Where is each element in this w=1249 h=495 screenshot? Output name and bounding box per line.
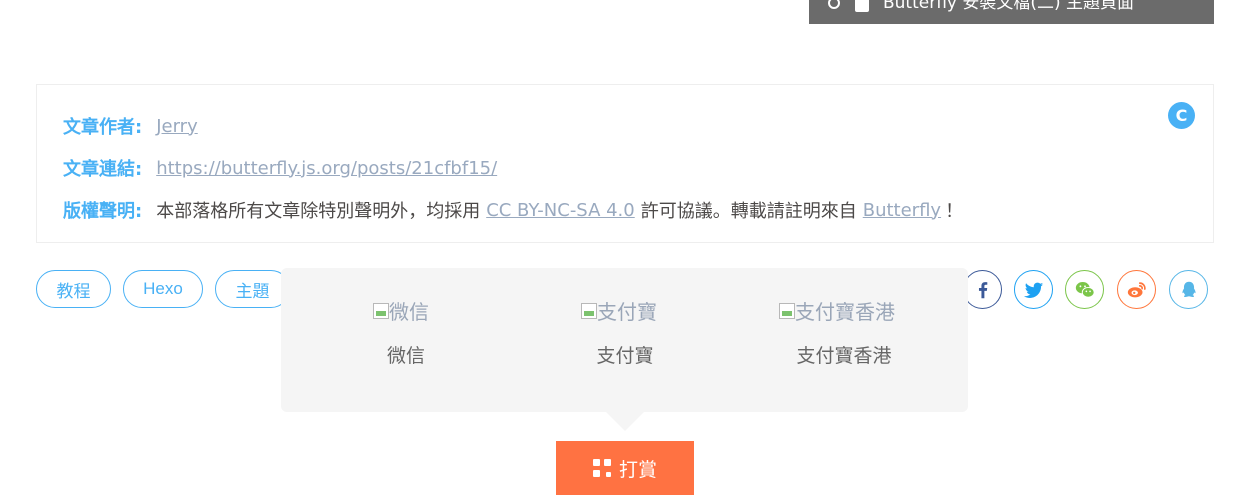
- twitter-icon: [1023, 282, 1043, 298]
- broken-image-icon: [373, 302, 389, 319]
- wechat-qr-image: 微信: [373, 296, 439, 325]
- alipay-qr-alt: 支付寶: [597, 300, 657, 324]
- share-qq[interactable]: [1169, 270, 1208, 309]
- license-key: 版權聲明:: [63, 201, 143, 222]
- reward-label-wechat: 微信: [386, 345, 425, 367]
- next-post-bar[interactable]: Butterfly 安裝文檔(二) 主題頁面: [809, 0, 1214, 24]
- reward-item-alipay-hk: 支付寶香港 支付寶香港: [779, 296, 909, 368]
- qrcode-icon: [592, 459, 611, 477]
- copyright-icon: C: [1168, 102, 1195, 129]
- license-text-1: 本部落格所有文章除特別聲明外，均採用: [156, 201, 481, 222]
- document-icon: [855, 0, 869, 12]
- wechat-qr-alt: 微信: [389, 300, 429, 324]
- post-link[interactable]: https://butterfly.js.org/posts/21cfbf15/: [156, 158, 497, 179]
- reward-popover: 微信 微信 支付寶 支付寶 支付寶香港 支付寶香港: [281, 268, 968, 431]
- copyright-link-row: 文章連結: https://butterfly.js.org/posts/21c…: [63, 147, 1187, 189]
- weibo-icon: [1127, 281, 1146, 297]
- share-twitter[interactable]: [1014, 270, 1053, 309]
- wechat-icon: [1075, 281, 1095, 298]
- reward-item-alipay: 支付寶 支付寶: [581, 296, 669, 368]
- link-icon: [827, 0, 841, 10]
- next-post-title: Butterfly 安裝文檔(二) 主題頁面: [883, 0, 1135, 13]
- reward-label-alipay-hk: 支付寶香港: [796, 345, 892, 367]
- copyright-author-row: 文章作者: Jerry: [63, 105, 1187, 147]
- broken-image-icon: [779, 302, 795, 319]
- tag-tutorial[interactable]: 教程: [36, 270, 111, 308]
- tag-hexo[interactable]: Hexo: [123, 270, 203, 308]
- tag-theme[interactable]: 主題: [215, 270, 290, 308]
- share-weibo[interactable]: [1117, 270, 1156, 309]
- alipay-hk-qr-image: 支付寶香港: [779, 296, 909, 325]
- alipay-qr-image: 支付寶: [581, 296, 669, 325]
- license-text-3: ！: [945, 201, 964, 222]
- copyright-license-row: 版權聲明: 本部落格所有文章除特別聲明外，均採用 CC BY-NC-SA 4.0…: [63, 189, 1187, 231]
- reward-button[interactable]: 打賞: [556, 441, 694, 495]
- reward-label-alipay: 支付寶: [596, 345, 654, 367]
- post-copyright: 文章作者: Jerry 文章連結: https://butterfly.js.o…: [36, 84, 1214, 243]
- author-link[interactable]: Jerry: [156, 116, 198, 137]
- share-wechat[interactable]: [1065, 270, 1104, 309]
- license-text-2: 許可協議。轉載請註明來自: [640, 201, 857, 222]
- facebook-icon: [978, 281, 987, 298]
- alipay-hk-qr-alt: 支付寶香港: [795, 300, 895, 324]
- link-key: 文章連結:: [63, 159, 143, 180]
- share-facebook[interactable]: [963, 270, 1002, 309]
- author-key: 文章作者:: [63, 117, 143, 138]
- site-link[interactable]: Butterfly: [863, 200, 941, 221]
- license-link[interactable]: CC BY-NC-SA 4.0: [486, 200, 635, 221]
- broken-image-icon: [581, 302, 597, 319]
- reward-button-label: 打賞: [618, 458, 657, 481]
- qq-icon: [1181, 281, 1196, 297]
- reward-item-wechat: 微信 微信: [373, 296, 439, 368]
